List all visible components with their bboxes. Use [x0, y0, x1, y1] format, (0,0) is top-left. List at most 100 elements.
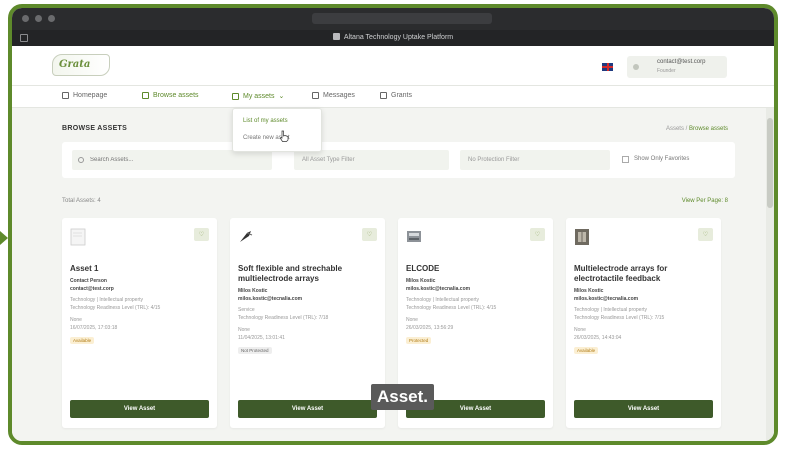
window-controls[interactable]	[22, 15, 55, 22]
asset-title: Soft flexible and strechable multielectr…	[238, 264, 343, 283]
page-title: BROWSE ASSETS	[62, 125, 128, 132]
favorite-button[interactable]: ♡	[194, 228, 209, 241]
view-asset-button[interactable]: View Asset	[574, 400, 713, 418]
asset-email: contact@test.corp	[70, 286, 114, 292]
asset-category: Technology | Intellectual property	[406, 297, 480, 303]
app-logo[interactable]: Grata	[52, 54, 110, 76]
nav-label: Messages	[323, 92, 355, 99]
asset-sector: None	[406, 317, 418, 323]
device-thumbnail-icon	[407, 231, 421, 242]
my-assets-dropdown: List of my assets Create new asset	[232, 108, 322, 152]
nav-label: Homepage	[73, 92, 108, 99]
asset-date: 16/07/2025, 17:03:18	[70, 325, 118, 331]
user-role: Founder	[657, 68, 676, 74]
view-asset-button[interactable]: View Asset	[70, 400, 209, 418]
heart-icon: ♡	[534, 232, 541, 238]
window-title: Altana Technology Uptake Platform	[343, 34, 454, 41]
chevron-down-icon: ⌄	[278, 93, 285, 100]
sidebar-toggle-icon[interactable]	[20, 34, 28, 42]
favorites-checkbox[interactable]	[622, 156, 629, 163]
filter-panel: All Asset Type Filter No Protection Filt…	[62, 142, 735, 178]
asset-title: Asset 1	[70, 264, 99, 273]
asset-card: ♡ Soft flexible and strechable multielec…	[230, 218, 385, 428]
app-header: Grata contact@test.corp Founder	[12, 46, 774, 86]
maximize-dot-icon[interactable]	[48, 15, 55, 22]
asset-card: ♡ Multielectrode arrays for electrotacti…	[566, 218, 721, 428]
nav-label: My assets	[243, 92, 275, 100]
heart-icon: ♡	[702, 232, 709, 238]
asset-sector: None	[238, 327, 250, 333]
asset-author: Contact Person	[70, 278, 107, 284]
asset-email: milos.kostic@tecnalia.com	[238, 296, 303, 302]
asset-category: Service	[238, 307, 255, 313]
asset-category: Technology | Intellectual property	[574, 307, 648, 313]
nav-label: Grants	[391, 92, 413, 99]
grid-icon	[142, 92, 149, 99]
main-nav: Homepage Browse assets My assets ⌄ Messa…	[12, 86, 774, 108]
folder-icon	[232, 92, 239, 100]
frame-pointer-arrow	[0, 231, 8, 245]
video-caption: Asset.	[371, 384, 435, 410]
browser-toolbar	[12, 8, 774, 30]
asset-author: Milos Kostic	[238, 288, 268, 294]
asset-type-select[interactable]: All Asset Type Filter	[294, 150, 449, 170]
favorite-button[interactable]: ♡	[362, 228, 377, 241]
status-badge: Available	[574, 347, 599, 354]
asset-title: Multielectrode arrays for electrotactile…	[574, 264, 668, 283]
asset-trl: Technology Readiness Level (TRL): 4/15	[70, 305, 161, 311]
status-badge: Available	[70, 337, 95, 344]
asset-trl: Technology Readiness Level (TRL): 4/15	[406, 305, 497, 311]
asset-title: ELCODE	[406, 264, 440, 273]
asset-date: 26/03/2025, 14:43:04	[574, 335, 622, 341]
asset-email: milos.kostic@tecnalia.com	[406, 286, 471, 292]
search-icon	[78, 157, 84, 163]
minimize-dot-icon[interactable]	[35, 15, 42, 22]
asset-date: 26/03/2025, 13:56:29	[406, 325, 454, 331]
grants-icon	[380, 92, 387, 99]
asset-card: ♡ Asset 1 Contact Person contact@test.co…	[62, 218, 217, 428]
dropdown-item-list-my-assets[interactable]: List of my assets	[243, 118, 288, 124]
user-email: contact@test.corp	[657, 59, 706, 65]
nav-homepage[interactable]: Homepage	[62, 92, 107, 99]
per-page-select[interactable]: View Per Page: 8	[682, 198, 728, 204]
asset-trl: Technology Readiness Level (TRL): 7/15	[574, 315, 665, 321]
nav-grants[interactable]: Grants	[380, 92, 412, 99]
array-thumbnail-icon	[575, 229, 589, 245]
asset-sector: None	[574, 327, 586, 333]
document-thumbnail-icon	[70, 228, 86, 246]
heart-icon: ♡	[366, 232, 373, 238]
asset-author: Milos Kostic	[574, 288, 604, 294]
view-asset-button[interactable]: View Asset	[238, 400, 377, 418]
favorite-button[interactable]: ♡	[698, 228, 713, 241]
breadcrumb: Assets / Browse assets	[666, 126, 728, 132]
breadcrumb-current: Browse assets	[688, 126, 728, 132]
nav-my-assets[interactable]: My assets ⌄	[232, 92, 284, 100]
asset-author: Milos Kostic	[406, 278, 436, 284]
tab-favicon-icon	[332, 33, 340, 40]
nav-label: Browse assets	[153, 92, 199, 99]
user-menu[interactable]: contact@test.corp Founder	[627, 56, 727, 78]
search-input[interactable]	[72, 150, 272, 170]
scrollbar[interactable]	[766, 108, 774, 441]
favorite-button[interactable]: ♡	[530, 228, 545, 241]
window-title-bar: Altana Technology Uptake Platform	[12, 30, 774, 46]
asset-date: 11/04/2025, 13:01:41	[238, 335, 285, 341]
address-bar[interactable]	[312, 13, 492, 24]
asset-sector: None	[70, 317, 82, 323]
asset-email: milos.kostic@tecnalia.com	[574, 296, 639, 302]
language-flag-icon[interactable]	[602, 63, 613, 71]
heart-icon: ♡	[198, 232, 205, 238]
status-badge: Protected	[406, 337, 432, 344]
scrollbar-thumb[interactable]	[767, 118, 773, 208]
nav-messages[interactable]: Messages	[312, 92, 355, 99]
message-icon	[312, 92, 319, 99]
protection-select[interactable]: No Protection Filter	[460, 150, 610, 170]
avatar	[633, 64, 639, 70]
favorites-label: Show Only Favorites	[634, 156, 690, 162]
close-dot-icon[interactable]	[22, 15, 29, 22]
nav-browse-assets[interactable]: Browse assets	[142, 92, 199, 99]
breadcrumb-home[interactable]: Assets	[666, 126, 684, 132]
home-icon	[62, 92, 69, 99]
screen-frame: Altana Technology Uptake Platform Grata …	[8, 4, 778, 445]
electrode-thumbnail-icon	[240, 231, 253, 242]
